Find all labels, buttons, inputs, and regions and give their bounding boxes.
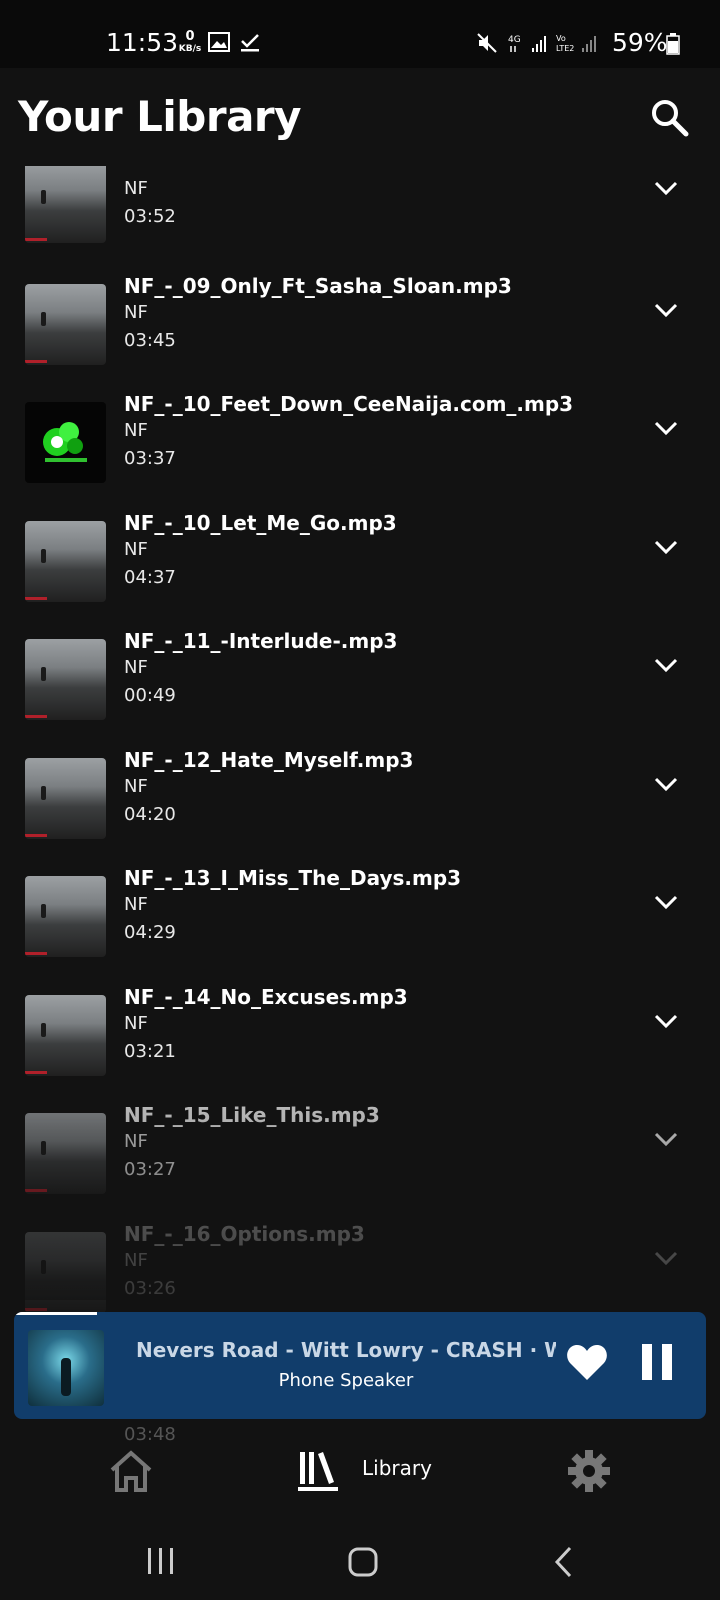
- svg-text:4G: 4G: [508, 35, 521, 45]
- nav-library-label[interactable]: Library: [362, 1456, 432, 1480]
- chevron-down-icon[interactable]: [654, 539, 678, 555]
- system-nav-bar: [0, 1538, 720, 1600]
- track-row[interactable]: NF_-_13_I_Miss_The_Days.mp3 NF 04:29: [0, 866, 720, 997]
- chevron-down-icon[interactable]: [654, 776, 678, 792]
- track-artist: NF: [124, 178, 148, 199]
- track-title: NF_-_13_I_Miss_The_Days.mp3: [124, 866, 462, 890]
- track-title: NF_-_10_Feet_Down_CeeNaija.com_.mp3: [124, 392, 574, 416]
- track-artist: NF: [124, 1249, 148, 1271]
- track-artwork: [25, 1113, 106, 1194]
- track-row[interactable]: NF_-_15_Like_This.mp3 NF 03:27: [0, 1103, 720, 1234]
- download-done-icon: [241, 34, 259, 52]
- track-artist: NF: [124, 1131, 148, 1152]
- track-duration: 03:52: [124, 206, 176, 227]
- chevron-down-icon[interactable]: [654, 657, 678, 673]
- heart-icon[interactable]: [566, 1342, 608, 1382]
- track-artwork: [25, 994, 106, 1076]
- home-icon[interactable]: [108, 1448, 154, 1494]
- svg-text:Vo: Vo: [556, 34, 566, 43]
- track-artist: NF: [124, 301, 148, 323]
- track-artist: NF: [124, 657, 148, 678]
- status-bar: 11:53 0 KB/s 4G Vo LTE2 59%: [0, 0, 720, 68]
- track-artist: NF: [124, 538, 148, 560]
- track-duration: 04:37: [124, 566, 176, 588]
- track-artwork: [25, 402, 106, 483]
- track-row[interactable]: NF_-_07_Returns.mp3NF03:52: [0, 166, 720, 283]
- output-device[interactable]: Phone Speaker: [136, 1370, 556, 1391]
- track-duration: 03:21: [124, 1040, 176, 1062]
- net-speed-unit: KB/s: [178, 44, 202, 54]
- track-artwork: [25, 283, 106, 365]
- track-title: NF_-_09_Only_Ft_Sasha_Sloan.mp3: [124, 273, 512, 298]
- chevron-down-icon[interactable]: [654, 1013, 678, 1029]
- library-header: Your Library: [0, 68, 720, 166]
- net-speed: 0 KB/s: [176, 29, 204, 55]
- track-duration: 03:45: [124, 329, 176, 351]
- track-title: NF_-_15_Like_This.mp3: [124, 1103, 380, 1127]
- ceenaija-logo-icon: [43, 422, 87, 462]
- track-row[interactable]: NF_-_12_Hate_Myself.mp3 NF 04:20: [0, 748, 720, 879]
- chevron-down-icon[interactable]: [654, 894, 678, 910]
- page-title: Your Library: [18, 92, 302, 141]
- track-artist: NF: [124, 775, 148, 797]
- chevron-down-icon[interactable]: [654, 420, 678, 436]
- chevron-down-icon[interactable]: [654, 180, 678, 196]
- search-icon[interactable]: [648, 96, 692, 140]
- track-artist: NF: [124, 894, 148, 915]
- library-icon[interactable]: [298, 1448, 338, 1492]
- home-button-icon[interactable]: [347, 1546, 379, 1578]
- track-row[interactable]: NF_-_10_Let_Me_Go.mp3 NF 04:37: [0, 511, 720, 642]
- now-playing-title: Nevers Road - Witt Lowry - CRASH · Witt …: [136, 1338, 556, 1362]
- signal-4g-icon: 4G: [508, 35, 546, 52]
- track-row[interactable]: NF_-_14_No_Excuses.mp3 NF 03:21: [0, 985, 720, 1116]
- bottom-nav: Library: [0, 1448, 720, 1538]
- mute-icon: [477, 33, 497, 53]
- settings-icon[interactable]: [566, 1448, 612, 1494]
- track-duration: 00:49: [124, 685, 176, 706]
- track-artist: NF: [124, 1012, 148, 1034]
- net-speed-value: 0: [185, 29, 195, 44]
- signal-volte-icon: VoLTE2: [556, 34, 596, 53]
- now-playing-bar[interactable]: Nevers Road - Witt Lowry - CRASH · Witt …: [14, 1312, 706, 1419]
- image-icon: [208, 32, 230, 52]
- track-duration: 03:27: [124, 1159, 176, 1180]
- track-title: NF_-_14_No_Excuses.mp3: [124, 984, 408, 1009]
- track-title: NF_-_10_Let_Me_Go.mp3: [124, 510, 397, 535]
- track-title: NF_-_11_-Interlude-.mp3: [124, 629, 398, 653]
- track-row[interactable]: NF_-_09_Only_Ft_Sasha_Sloan.mp3 NF 03:45: [0, 274, 720, 405]
- pause-icon[interactable]: [640, 1342, 674, 1382]
- playback-progress: [14, 1312, 98, 1315]
- track-artwork: [25, 166, 106, 243]
- track-duration: 04:29: [124, 922, 176, 943]
- track-row[interactable]: NF_-_10_Feet_Down_CeeNaija.com_.mp3 NF 03:…: [0, 392, 720, 523]
- track-artwork: [25, 520, 106, 602]
- track-title: NF_-_12_Hate_Myself.mp3: [124, 747, 414, 772]
- now-playing-artwork: [28, 1330, 104, 1406]
- svg-text:LTE2: LTE2: [556, 44, 574, 53]
- track-artist: NF: [124, 420, 148, 441]
- track-artwork: [25, 876, 106, 957]
- recent-apps-icon[interactable]: [146, 1546, 176, 1576]
- chevron-down-icon[interactable]: [654, 302, 678, 318]
- back-icon[interactable]: [553, 1546, 573, 1578]
- track-duration: 03:26: [124, 1277, 176, 1299]
- track-artwork: [25, 757, 106, 839]
- track-row[interactable]: NF_-_11_-Interlude-.mp3 NF 00:49: [0, 629, 720, 760]
- track-artwork: [25, 1231, 106, 1313]
- battery-icon: [666, 33, 680, 55]
- battery-level: 59%: [612, 28, 668, 57]
- track-title: NF_-_16_Options.mp3: [124, 1221, 365, 1246]
- partial-track-duration: 03:48: [124, 1424, 176, 1445]
- track-duration: 04:20: [124, 803, 176, 825]
- track-artwork: [25, 639, 106, 720]
- track-duration: 03:37: [124, 448, 176, 469]
- track-list[interactable]: NF_-_07_Returns.mp3NF03:52NF_-_09_Only_F…: [0, 166, 720, 1466]
- chevron-down-icon[interactable]: [654, 1131, 678, 1147]
- chevron-down-icon[interactable]: [654, 1250, 678, 1266]
- status-time: 11:53: [106, 28, 179, 57]
